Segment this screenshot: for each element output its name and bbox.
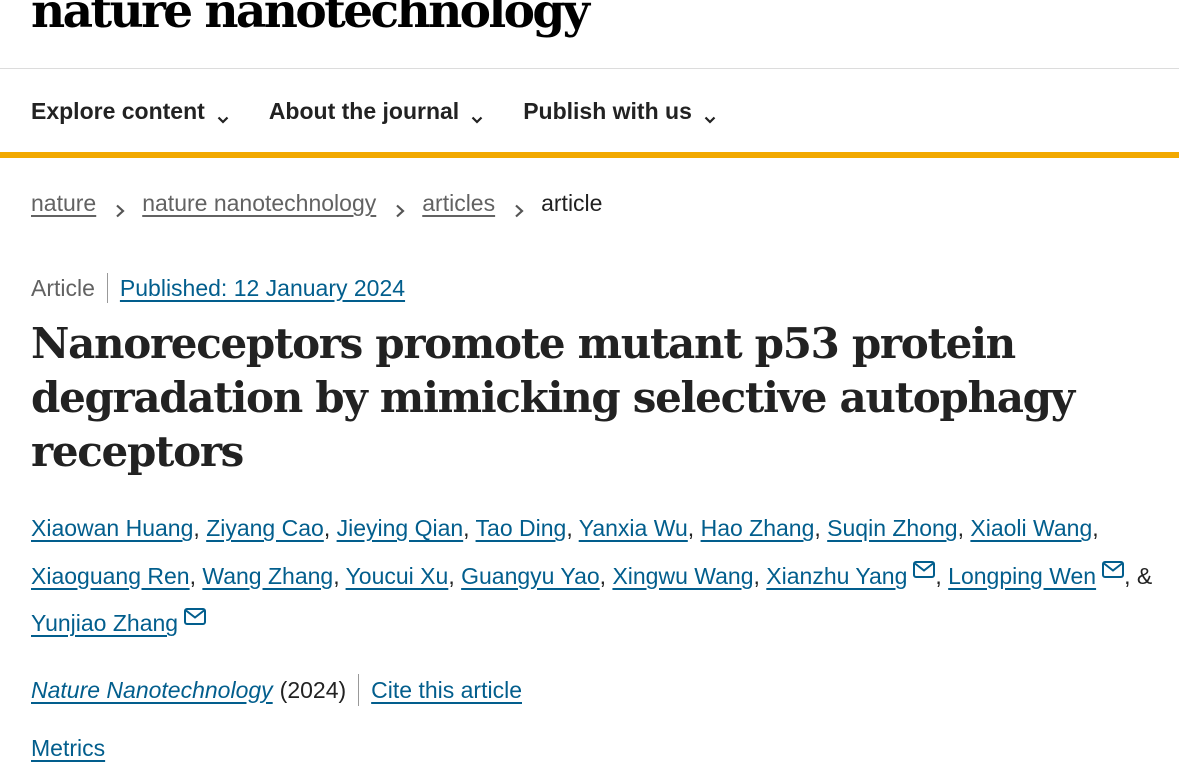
author-link[interactable]: Youcui Xu	[346, 563, 449, 589]
author-separator: ,	[814, 515, 828, 541]
breadcrumb-nature-nanotechnology[interactable]: nature nanotechnology	[142, 190, 376, 217]
author-separator: ,	[599, 562, 613, 589]
mail-icon[interactable]	[913, 560, 936, 578]
author-separator: ,	[193, 515, 207, 541]
article-type: Article	[31, 274, 95, 301]
author-separator: ,	[566, 515, 579, 541]
journal-masthead[interactable]: nature nanotechnology	[31, 0, 590, 35]
author-separator: ,	[753, 562, 767, 589]
chevron-down-icon	[471, 105, 483, 124]
author-separator: ,	[687, 515, 701, 541]
author-link[interactable]: Jieying Qian	[337, 515, 464, 541]
chevron-right-icon	[513, 197, 525, 217]
breadcrumb-articles[interactable]: articles	[422, 190, 495, 217]
breadcrumb-nature[interactable]: nature	[31, 190, 96, 217]
chevron-right-icon	[394, 197, 406, 217]
author-joiner: &	[1136, 562, 1153, 589]
author-separator: ,	[957, 515, 971, 541]
author-link[interactable]: Xingwu Wang	[612, 563, 753, 589]
chevron-down-icon	[704, 105, 716, 124]
author-link[interactable]: Tao Ding	[476, 515, 567, 541]
author-link[interactable]: Yanxia Wu	[579, 515, 688, 541]
author-separator: ,	[189, 562, 203, 589]
nav-publish-with-us[interactable]: Publish with us	[523, 98, 716, 125]
journal-link[interactable]: Nature Nanotechnology	[31, 677, 273, 704]
breadcrumb: nature nature nanotechnology articles ar…	[31, 190, 602, 217]
author-list: Xiaowan Huang, Ziyang Cao, Jieying Qian,…	[31, 505, 1161, 648]
mail-icon[interactable]	[1102, 560, 1125, 578]
author-separator: ,	[463, 515, 476, 541]
author-link[interactable]: Wang Zhang	[202, 563, 333, 589]
author-separator: ,	[1092, 515, 1099, 541]
author-separator: ,	[323, 515, 337, 541]
author-link[interactable]: Yunjiao Zhang	[31, 610, 178, 636]
main-nav: Explore content About the journal Publis…	[31, 93, 756, 129]
nav-accent-bar	[0, 152, 1179, 158]
article-title: Nanoreceptors promote mutant p53 protein…	[31, 319, 1075, 476]
nav-item-label: Explore content	[31, 97, 205, 124]
author-link[interactable]: Xiaoli Wang	[970, 515, 1092, 541]
author-link[interactable]: Xianzhu Yang	[766, 563, 907, 589]
article-meta: Article Published: 12 January 2024	[31, 273, 405, 303]
author-separator: ,	[935, 562, 949, 589]
author-link[interactable]: Guangyu Yao	[461, 563, 600, 589]
author-separator: ,	[448, 562, 462, 589]
chevron-right-icon	[114, 197, 126, 217]
nav-about-the-journal[interactable]: About the journal	[269, 98, 483, 125]
meta-divider	[106, 273, 108, 303]
author-link[interactable]: Xiaoguang Ren	[31, 563, 190, 589]
chevron-down-icon	[217, 105, 229, 124]
author-link[interactable]: Xiaowan Huang	[31, 515, 193, 541]
author-separator: ,	[1124, 562, 1137, 589]
author-separator: ,	[333, 562, 346, 589]
citation-line: Nature Nanotechnology (2024) Cite this a…	[31, 674, 522, 706]
metrics-link[interactable]: Metrics	[31, 735, 105, 762]
nav-explore-content[interactable]: Explore content	[31, 98, 229, 125]
author-link[interactable]: Suqin Zhong	[827, 515, 957, 541]
mail-icon[interactable]	[184, 608, 207, 625]
author-link[interactable]: Longping Wen	[948, 563, 1096, 589]
author-link[interactable]: Hao Zhang	[701, 515, 815, 541]
published-date-link[interactable]: Published: 12 January 2024	[120, 275, 405, 302]
author-link[interactable]: Ziyang Cao	[206, 515, 324, 541]
citation-divider	[358, 674, 360, 706]
nav-item-label: Publish with us	[523, 97, 692, 124]
publication-year: (2024)	[279, 676, 347, 703]
cite-this-article-link[interactable]: Cite this article	[371, 677, 522, 704]
nav-item-label: About the journal	[268, 97, 460, 124]
header-divider	[0, 68, 1179, 69]
breadcrumb-current: article	[541, 190, 603, 216]
